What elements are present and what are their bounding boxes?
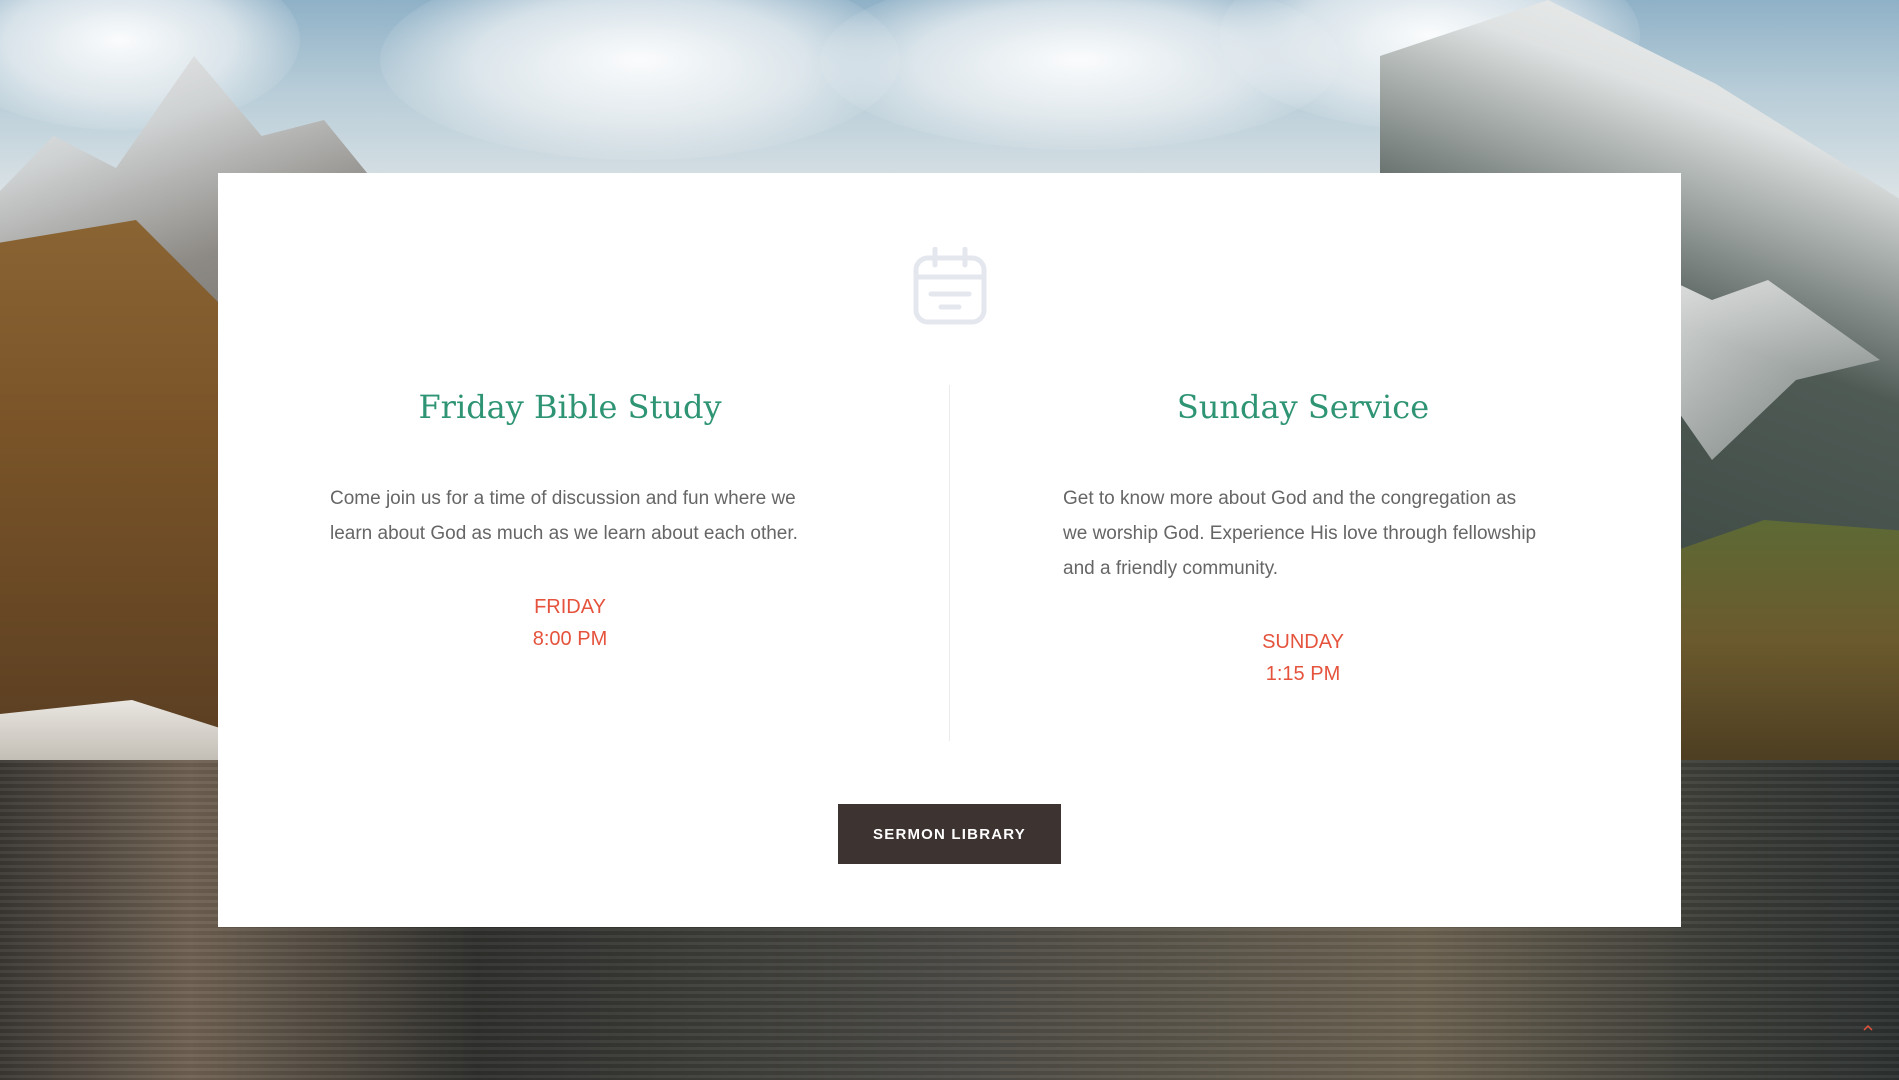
chevron-up-icon[interactable] — [1862, 1022, 1874, 1034]
event-schedule: FRIDAY 8:00 PM — [330, 591, 810, 655]
event-day: FRIDAY — [534, 596, 606, 618]
event-title: Friday Bible Study — [418, 388, 722, 426]
calendar-icon — [913, 247, 987, 325]
hill-right — [1660, 520, 1899, 760]
event-sunday-service: Sunday Service Get to know more about Go… — [1063, 385, 1543, 690]
sermon-library-button[interactable]: SERMON LIBRARY — [838, 804, 1061, 864]
event-title: Sunday Service — [1176, 388, 1430, 426]
event-time: 8:00 PM — [532, 628, 608, 650]
event-schedule: SUNDAY 1:15 PM — [1063, 626, 1543, 690]
chevron-up-icon — [1863, 1024, 1873, 1031]
event-description: Come join us for a time of discussion an… — [330, 488, 798, 544]
hill-left — [0, 220, 240, 740]
event-day: SUNDAY — [1262, 631, 1344, 653]
column-divider — [949, 385, 950, 741]
event-time: 1:15 PM — [1265, 663, 1341, 685]
event-description: Get to know more about God and the congr… — [1063, 488, 1537, 579]
event-friday-bible-study: Friday Bible Study Come join us for a ti… — [330, 385, 810, 655]
